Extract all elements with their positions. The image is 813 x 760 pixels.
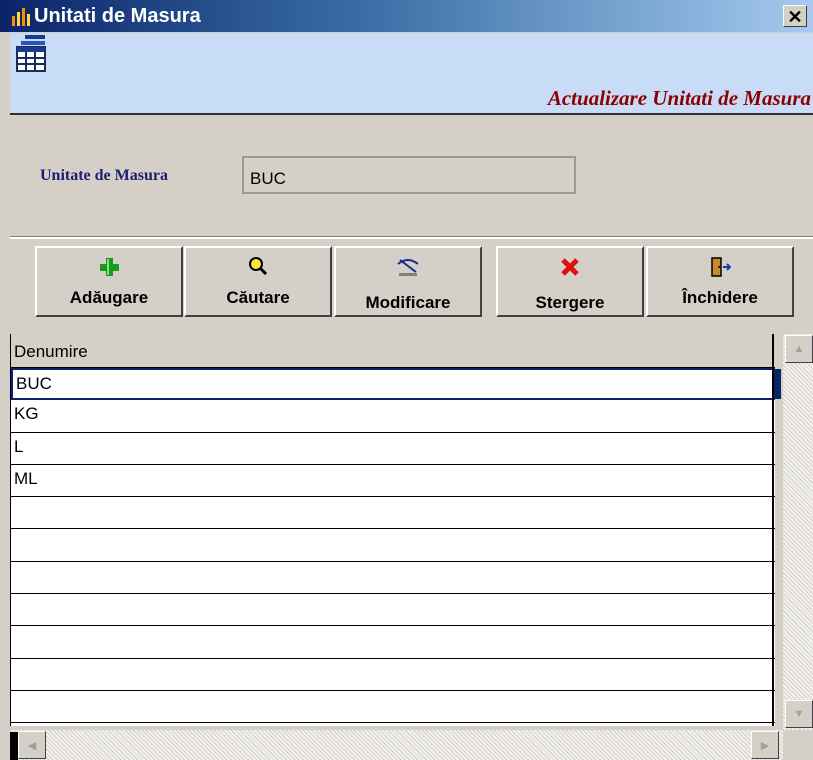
title-bar: Unitati de Masura ✕ xyxy=(0,0,813,32)
unit-input[interactable] xyxy=(242,156,576,194)
edit-eye-icon xyxy=(397,259,419,276)
app-icon xyxy=(12,8,30,26)
cell-denumire: KG xyxy=(14,404,39,424)
separator xyxy=(10,236,813,239)
row-indicator xyxy=(10,732,18,760)
search-label: Căutare xyxy=(226,288,290,307)
table-row[interactable] xyxy=(11,561,775,595)
table-row[interactable] xyxy=(11,594,775,627)
table-row[interactable] xyxy=(11,497,775,530)
add-label: Adăugare xyxy=(69,288,149,307)
table-row[interactable] xyxy=(11,658,775,691)
scroll-down-button[interactable]: ▼ xyxy=(785,700,813,728)
cell-denumire: ML xyxy=(14,468,38,488)
modify-button[interactable]: Modificare xyxy=(334,246,482,317)
table-form-icon xyxy=(16,35,46,72)
arrow-down-icon: ▼ xyxy=(793,708,805,720)
modify-label: Modificare xyxy=(365,293,451,312)
grid-right-border xyxy=(772,334,774,726)
table-row[interactable]: ML xyxy=(11,464,775,498)
plus-icon xyxy=(100,258,119,276)
search-button[interactable]: Căutare xyxy=(184,246,332,317)
table-row[interactable]: BUC xyxy=(11,368,775,401)
table-row[interactable] xyxy=(11,529,775,562)
units-grid: Denumire BUC KG L ML xyxy=(10,334,775,726)
close-label: Închidere xyxy=(682,288,758,307)
delete-x-icon xyxy=(561,258,579,276)
delete-label: Stergere xyxy=(535,293,605,312)
add-button[interactable]: Adăugare xyxy=(35,246,183,317)
header-banner: Actualizare Unitati de Masura xyxy=(10,33,813,115)
exit-door-icon xyxy=(711,257,731,277)
arrow-up-icon: ▲ xyxy=(793,343,805,355)
cell-denumire: BUC xyxy=(16,374,52,393)
horizontal-scrollbar[interactable]: ◀ ▶ xyxy=(10,730,783,760)
grid-rows: BUC KG L ML xyxy=(11,368,775,724)
table-row[interactable]: L xyxy=(11,432,775,465)
magnifier-icon xyxy=(249,257,268,276)
column-header-denumire[interactable]: Denumire xyxy=(11,334,775,368)
scroll-up-button[interactable]: ▲ xyxy=(785,335,813,363)
header-title: Actualizare Unitati de Masura xyxy=(547,86,811,110)
delete-button[interactable]: Stergere xyxy=(496,246,644,317)
close-button[interactable]: Închidere xyxy=(646,246,794,317)
close-window-button[interactable]: ✕ xyxy=(783,5,807,27)
table-row[interactable] xyxy=(11,690,775,724)
unit-label: Unitate de Masura xyxy=(40,167,168,184)
table-row[interactable]: KG xyxy=(11,400,775,433)
row-selection-marker xyxy=(775,369,781,399)
window-title: Unitati de Masura xyxy=(34,5,201,27)
vertical-scrollbar[interactable]: ▲ ▼ xyxy=(783,334,813,730)
arrow-left-icon: ◀ xyxy=(27,739,37,752)
arrow-right-icon: ▶ xyxy=(760,739,770,752)
cell-denumire: L xyxy=(14,436,24,456)
scroll-left-button[interactable]: ◀ xyxy=(18,731,46,759)
scroll-right-button[interactable]: ▶ xyxy=(751,731,779,759)
column-header-label: Denumire xyxy=(14,342,88,361)
table-row[interactable] xyxy=(11,626,775,659)
